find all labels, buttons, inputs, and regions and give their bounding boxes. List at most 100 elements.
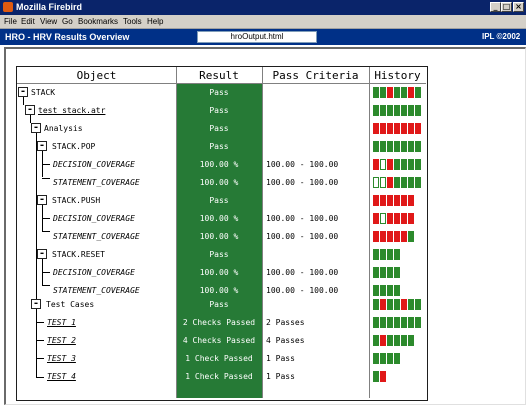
- history-segment: [373, 267, 379, 278]
- test-link[interactable]: TEST_1: [47, 314, 76, 332]
- history-segment: [387, 105, 393, 116]
- close-button[interactable]: ×: [513, 2, 524, 12]
- result-cell: 100.00 %: [199, 268, 239, 277]
- menu-tools[interactable]: Tools: [123, 15, 142, 28]
- history-bar: [373, 141, 422, 152]
- result-cell: Pass: [209, 142, 229, 151]
- minimize-button[interactable]: _: [490, 2, 501, 12]
- table-row: - Test Cases Pass: [0, 296, 526, 314]
- history-segment: [373, 177, 379, 188]
- history-bar: [373, 335, 415, 346]
- history-segment: [380, 335, 386, 346]
- history-segment: [408, 299, 414, 310]
- history-segment: [415, 299, 421, 310]
- history-segment: [394, 299, 400, 310]
- history-segment: [394, 335, 400, 346]
- history-bar: [373, 213, 415, 224]
- result-cell: 1 Check Passed: [185, 354, 253, 363]
- history-segment: [394, 267, 400, 278]
- history-segment: [415, 159, 421, 170]
- history-segment: [408, 105, 414, 116]
- object-label: STACK.PUSH: [52, 196, 101, 205]
- history-segment: [380, 177, 386, 188]
- collapse-toggle[interactable]: -: [37, 249, 47, 259]
- table-row: DECISION_COVERAGE 100.00 % 100.00 - 100.…: [0, 264, 526, 282]
- collapse-toggle[interactable]: -: [37, 195, 47, 205]
- history-bar: [373, 195, 415, 206]
- object-link[interactable]: test_stack.atr: [38, 102, 105, 120]
- history-segment: [373, 335, 379, 346]
- history-segment: [380, 267, 386, 278]
- tree-line: [36, 340, 44, 341]
- result-cell: Pass: [209, 196, 229, 205]
- test-link[interactable]: TEST_3: [47, 350, 76, 368]
- history-segment: [401, 141, 407, 152]
- history-segment: [408, 335, 414, 346]
- history-segment: [394, 285, 400, 296]
- history-segment: [373, 231, 379, 242]
- table-row: STATEMENT_COVERAGE 100.00 % 100.00 - 100…: [0, 228, 526, 246]
- collapse-toggle[interactable]: -: [37, 141, 47, 151]
- object-label: STATEMENT_COVERAGE: [53, 232, 140, 241]
- menu-go[interactable]: Go: [62, 15, 73, 28]
- menu-edit[interactable]: Edit: [21, 15, 35, 28]
- url-field[interactable]: hroOutput.html: [197, 31, 317, 43]
- result-cell: 100.00 %: [199, 232, 239, 241]
- history-segment: [401, 87, 407, 98]
- menu-bookmarks[interactable]: Bookmarks: [78, 15, 118, 28]
- history-segment: [401, 213, 407, 224]
- history-segment: [387, 123, 393, 134]
- history-segment: [387, 249, 393, 260]
- history-segment: [387, 213, 393, 224]
- tree-line: [42, 178, 50, 179]
- test-link[interactable]: TEST_4: [47, 368, 76, 386]
- criteria-cell: 1 Pass: [266, 354, 295, 363]
- result-cell: Pass: [209, 250, 229, 259]
- tree-line: [36, 377, 44, 378]
- history-segment: [387, 299, 393, 310]
- menu-view[interactable]: View: [40, 15, 57, 28]
- table-row: - STACK.PUSH Pass: [0, 192, 526, 210]
- column-header-result: Result: [199, 69, 239, 82]
- history-segment: [380, 159, 386, 170]
- history-segment: [394, 353, 400, 364]
- history-segment: [408, 317, 414, 328]
- history-segment: [387, 317, 393, 328]
- history-segment: [373, 353, 379, 364]
- history-segment: [408, 195, 414, 206]
- history-segment: [401, 195, 407, 206]
- collapse-toggle[interactable]: -: [25, 105, 35, 115]
- history-segment: [380, 231, 386, 242]
- history-segment: [380, 285, 386, 296]
- collapse-toggle[interactable]: -: [18, 87, 28, 97]
- history-segment: [387, 285, 393, 296]
- maximize-button[interactable]: □: [501, 2, 512, 12]
- history-segment: [373, 285, 379, 296]
- result-cell: 100.00 %: [199, 214, 239, 223]
- history-segment: [408, 159, 414, 170]
- history-segment: [373, 87, 379, 98]
- history-segment: [394, 87, 400, 98]
- object-label: STACK: [31, 88, 56, 97]
- collapse-toggle[interactable]: -: [31, 123, 41, 133]
- history-segment: [387, 267, 393, 278]
- collapse-toggle[interactable]: -: [31, 299, 41, 309]
- history-segment: [380, 105, 386, 116]
- history-segment: [394, 317, 400, 328]
- object-label: DECISION_COVERAGE: [53, 268, 135, 277]
- history-bar: [373, 231, 415, 242]
- history-segment: [394, 213, 400, 224]
- menu-file[interactable]: File: [4, 15, 17, 28]
- history-segment: [415, 177, 421, 188]
- history-segment: [387, 141, 393, 152]
- history-segment: [401, 231, 407, 242]
- test-link[interactable]: TEST_2: [47, 332, 76, 350]
- history-segment: [380, 353, 386, 364]
- menu-help[interactable]: Help: [147, 15, 163, 28]
- tree-line: [42, 285, 50, 286]
- history-bar: [373, 285, 401, 296]
- result-cell: Pass: [209, 106, 229, 115]
- history-segment: [408, 141, 414, 152]
- history-segment: [380, 123, 386, 134]
- table-row: - STACK Pass: [0, 84, 526, 102]
